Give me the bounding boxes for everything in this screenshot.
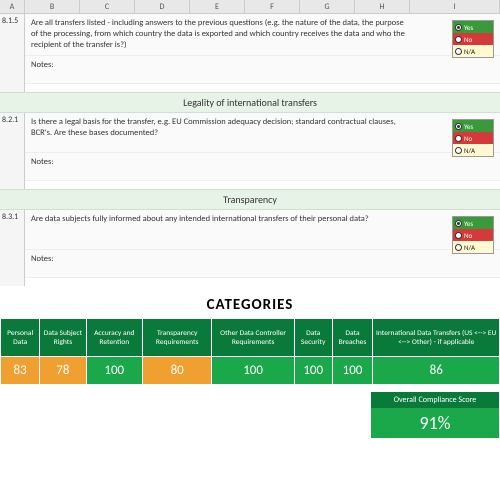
categories-table: Personal Data Data Subject Rights Accura…: [0, 318, 500, 385]
notes-cell[interactable]: Notes:: [25, 153, 500, 181]
cat-header: Data Subject Rights: [40, 319, 86, 357]
radio-yes[interactable]: Yes: [453, 217, 493, 229]
col-e[interactable]: E: [190, 0, 245, 13]
col-f[interactable]: F: [245, 0, 300, 13]
radio-dot-icon: [455, 135, 462, 142]
question-text: Are data subjects fully informed about a…: [31, 214, 411, 225]
col-d[interactable]: D: [135, 0, 190, 13]
row-ref: 8.1.5: [0, 14, 25, 92]
radio-na[interactable]: N/A: [453, 241, 493, 253]
radio-na[interactable]: N/A: [453, 45, 493, 57]
cat-header: Personal Data: [1, 319, 40, 357]
notes-cell[interactable]: Notes:: [25, 56, 500, 84]
radio-yes[interactable]: Yes: [453, 21, 493, 33]
col-c[interactable]: C: [80, 0, 135, 13]
radio-no[interactable]: No: [453, 33, 493, 45]
cat-score: 100: [212, 357, 294, 385]
cat-score: 86: [373, 357, 500, 385]
radio-yes[interactable]: Yes: [453, 120, 493, 132]
radio-dot-icon: [455, 123, 462, 130]
radio-dot-icon: [455, 48, 462, 55]
cat-score: 100: [86, 357, 143, 385]
question-text: Is there a legal basis for the transfer,…: [31, 117, 411, 139]
notes-cell[interactable]: Notes:: [25, 250, 500, 278]
overall-value: 91%: [371, 408, 499, 438]
row-ref: 8.2.1: [0, 113, 25, 189]
radio-dot-icon: [455, 244, 462, 251]
cat-score: 80: [143, 357, 212, 385]
col-g[interactable]: G: [300, 0, 355, 13]
categories-score-row: 83 78 100 80 100 100 100 86: [1, 357, 500, 385]
question-cell[interactable]: Is there a legal basis for the transfer,…: [25, 113, 500, 153]
col-h[interactable]: H: [355, 0, 410, 13]
question-cell[interactable]: Are data subjects fully informed about a…: [25, 210, 500, 250]
cat-header: International Data Transfers (US <--> EU…: [373, 319, 500, 357]
cat-score: 83: [1, 357, 40, 385]
cat-header: Accuracy and Retention: [86, 319, 143, 357]
radio-dot-icon: [455, 220, 462, 227]
cat-score: 100: [332, 357, 373, 385]
answer-radio-group: Yes No N/A: [452, 216, 494, 254]
overall-label: Overall Compliance Score: [371, 392, 499, 408]
radio-na[interactable]: N/A: [453, 144, 493, 156]
radio-dot-icon: [455, 36, 462, 43]
question-text: Are all transfers listed - including ans…: [31, 18, 411, 51]
col-i[interactable]: I: [410, 0, 500, 13]
col-b[interactable]: B: [25, 0, 80, 13]
section-header: Transparency: [0, 189, 500, 210]
answer-radio-group: Yes No N/A: [452, 20, 494, 58]
col-a[interactable]: A: [0, 0, 25, 13]
overall-score-box: Overall Compliance Score 91%: [370, 391, 500, 439]
answer-radio-group: Yes No N/A: [452, 119, 494, 157]
radio-no[interactable]: No: [453, 132, 493, 144]
row-ref: 8.3.1: [0, 210, 25, 286]
cat-header: Data Security: [294, 319, 332, 357]
section-header: Legality of international transfers: [0, 92, 500, 113]
cat-score: 100: [294, 357, 332, 385]
column-header-row: A B C D E F G H I: [0, 0, 500, 14]
radio-dot-icon: [455, 232, 462, 239]
cat-header: Data Breaches: [332, 319, 373, 357]
categories-title: CATEGORIES: [0, 290, 500, 318]
cat-header: Transparency Requirements: [143, 319, 212, 357]
radio-dot-icon: [455, 24, 462, 31]
radio-dot-icon: [455, 147, 462, 154]
categories-header-row: Personal Data Data Subject Rights Accura…: [1, 319, 500, 357]
cat-header: Other Data Controller Requirements: [212, 319, 294, 357]
question-cell[interactable]: Are all transfers listed - including ans…: [25, 14, 500, 56]
cat-score: 78: [40, 357, 86, 385]
radio-no[interactable]: No: [453, 229, 493, 241]
